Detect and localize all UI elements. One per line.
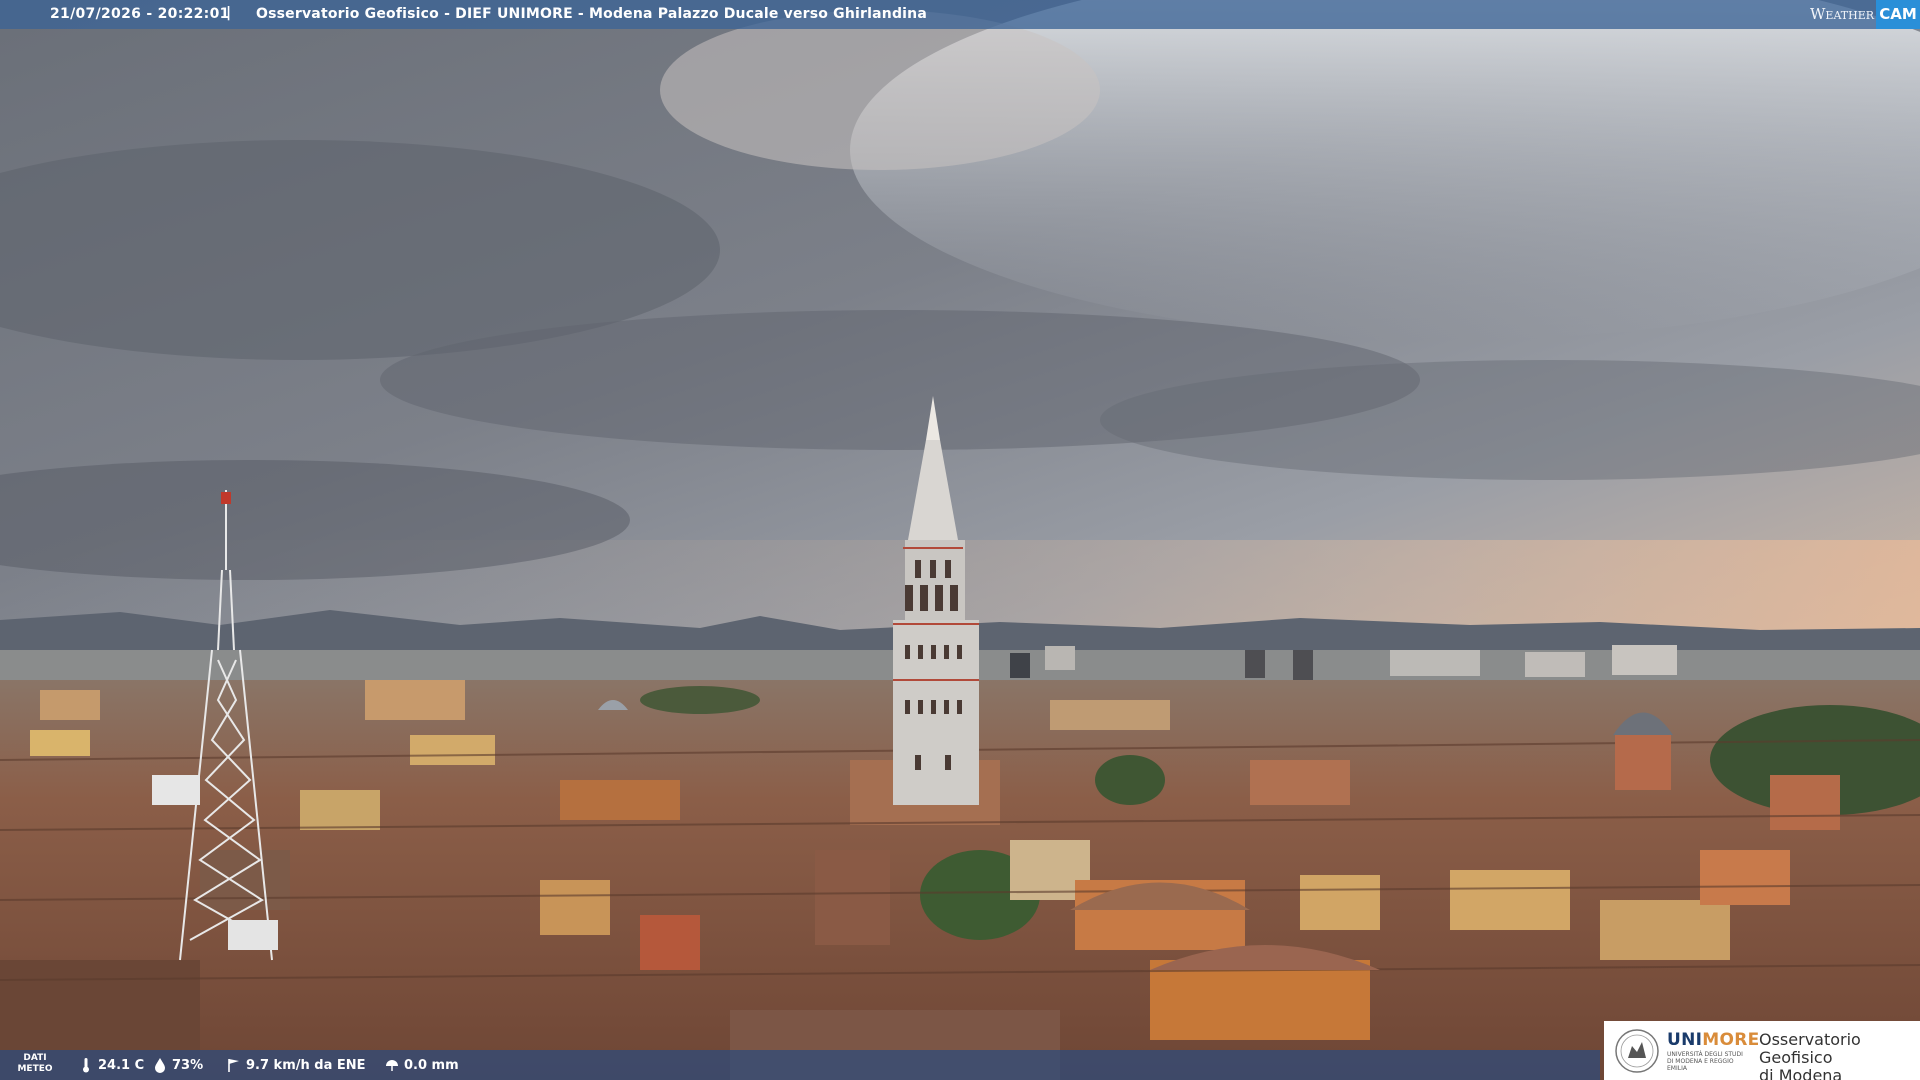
brand-main: UNI [1667,1030,1703,1050]
separator: | [226,5,232,21]
weathercam-logo-cam: CAM [1876,0,1920,29]
webcam-view: 21/07/2026 - 20:22:01 | Osservatorio Geo… [0,0,1920,1080]
weathercam-logo-word: Weather [1810,5,1875,23]
weathercam-logo: Weather CAM [1810,0,1920,29]
temperature-reading: 24.1 C [78,1057,144,1073]
camera-info-bar: 21/07/2026 - 20:22:01 | Osservatorio Geo… [0,0,1920,29]
observatory-line-1: Osservatorio Geofisico [1759,1030,1861,1067]
rain-value: 0.0 mm [404,1057,459,1073]
weather-data-bar: DATI METEO 24.1 C 73% 9.7 km/h da ENE 0.… [0,1050,1600,1080]
humidity-value: 73% [172,1057,204,1073]
timestamp: 21/07/2026 - 20:22:01 [50,6,230,22]
humidity-reading: 73% [152,1057,203,1073]
brand-subtitle: UNIVERSITÀ DEGLI STUDI DI MODENA E REGGI… [1667,1051,1743,1072]
thermometer-icon [83,1058,89,1073]
meteo-label: DATI METEO [17,1053,53,1074]
wind-value: 9.7 km/h da ENE [246,1057,366,1073]
temperature-value: 24.1 C [98,1057,145,1073]
rain-reading: 0.0 mm [384,1057,459,1073]
humidity-icon [155,1058,165,1073]
unimore-logo: UNIMORE UNIVERSITÀ DEGLI STUDI DI MODENA… [1604,1021,1920,1080]
camera-title: Osservatorio Geofisico - DIEF UNIMORE - … [256,6,927,22]
wind-icon [228,1059,239,1072]
wind-reading: 9.7 km/h da ENE [226,1057,366,1073]
unimore-brand: UNIMORE [1667,1030,1760,1050]
university-seal-icon [1615,1029,1659,1073]
rain-icon [386,1060,398,1071]
brand-accent: MORE [1702,1030,1760,1050]
observatory-name: Osservatorio Geofisico di Modena [1759,1031,1920,1080]
observatory-line-2: di Modena [1759,1066,1843,1080]
city-panorama-image [0,0,1920,1080]
